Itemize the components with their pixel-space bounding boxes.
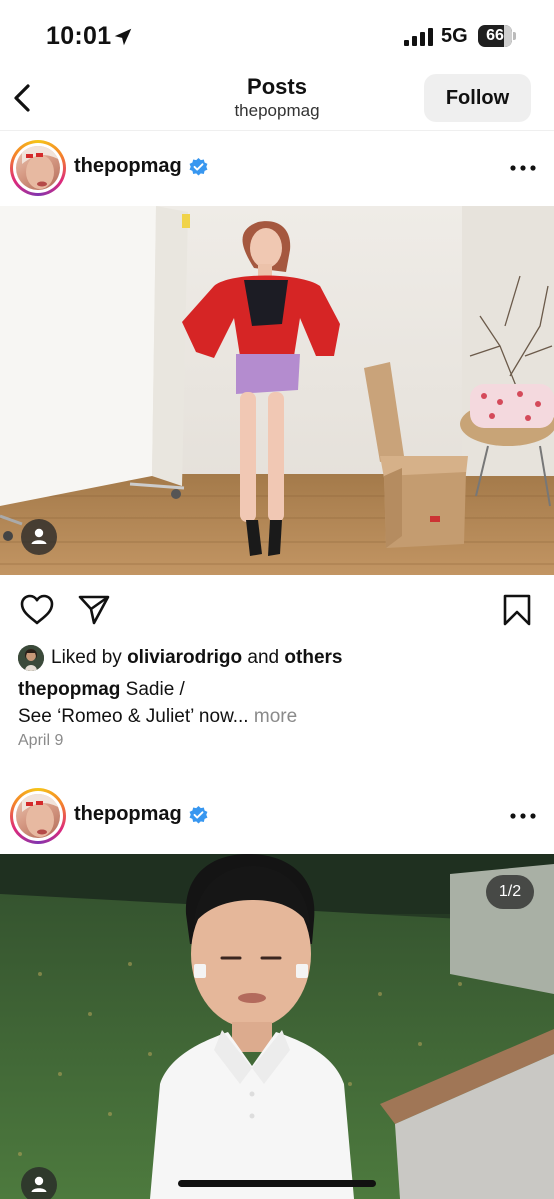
location-arrow-icon bbox=[114, 28, 132, 46]
caption-username[interactable]: thepopmag bbox=[18, 679, 120, 700]
caption-line-1: Sadie / bbox=[125, 679, 185, 700]
verified-badge-icon bbox=[189, 806, 208, 824]
post-actions bbox=[0, 588, 554, 632]
post-date: April 9 bbox=[18, 732, 64, 749]
follow-button[interactable]: Follow bbox=[424, 74, 531, 122]
bookmark-icon[interactable] bbox=[502, 594, 532, 626]
post-caption: thepopmag Sadie / See ‘Romeo & Juliet’ n… bbox=[18, 676, 538, 730]
tagged-user-icon[interactable] bbox=[21, 1167, 57, 1199]
battery-icon: 66 bbox=[478, 25, 516, 47]
photo-image bbox=[0, 206, 554, 575]
status-time: 10:01 bbox=[46, 22, 112, 50]
network-type: 5G bbox=[441, 25, 468, 47]
tagged-user-icon[interactable] bbox=[21, 519, 57, 555]
post-username[interactable]: thepopmag bbox=[74, 155, 182, 178]
signal-icon bbox=[404, 28, 433, 46]
avatar[interactable] bbox=[10, 788, 66, 844]
more-options-icon[interactable] bbox=[510, 165, 536, 171]
status-bar: 10:01 5G 66 bbox=[0, 0, 554, 70]
liker-username[interactable]: oliviarodrigo bbox=[127, 647, 242, 668]
post-header: thepopmag bbox=[0, 778, 554, 854]
home-indicator[interactable] bbox=[178, 1180, 376, 1187]
likes-prefix: Liked by bbox=[51, 647, 122, 668]
top-nav: Posts thepopmag Follow bbox=[0, 70, 554, 131]
avatar[interactable] bbox=[10, 140, 66, 196]
liker-avatar bbox=[18, 645, 44, 671]
photo-image bbox=[0, 854, 554, 1199]
post-header: thepopmag bbox=[0, 130, 554, 206]
heart-icon[interactable] bbox=[20, 594, 54, 626]
caption-line-2: See ‘Romeo & Juliet’ now... bbox=[18, 706, 249, 727]
share-icon[interactable] bbox=[77, 594, 111, 626]
likes-joiner: and bbox=[247, 647, 280, 668]
verified-badge-icon bbox=[189, 158, 208, 176]
post-photo[interactable] bbox=[0, 854, 554, 1199]
post-photo[interactable] bbox=[0, 206, 554, 575]
battery-level: 66 bbox=[486, 27, 504, 44]
caption-more-link[interactable]: more bbox=[254, 706, 297, 727]
post-username[interactable]: thepopmag bbox=[74, 803, 182, 826]
carousel-counter: 1/2 bbox=[486, 875, 534, 909]
likes-others[interactable]: others bbox=[284, 647, 342, 668]
more-options-icon[interactable] bbox=[510, 813, 536, 819]
